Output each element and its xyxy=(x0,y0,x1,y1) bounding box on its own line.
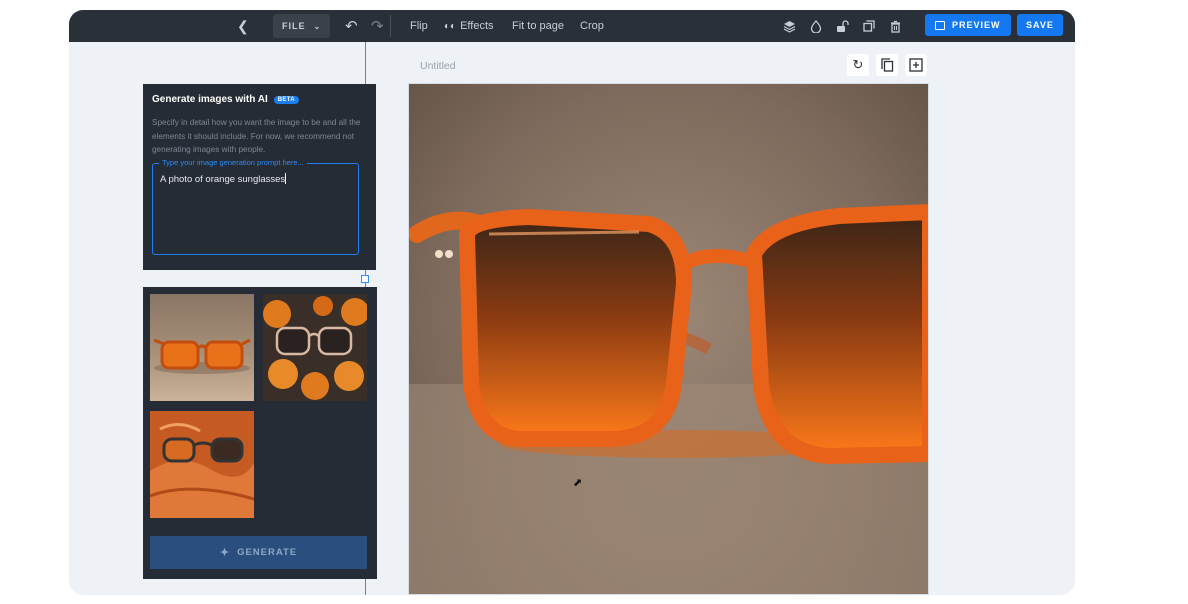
canvas-image-orange-sunglasses[interactable] xyxy=(408,83,929,595)
ai-generate-panel: Generate images with AI BETA Specify in … xyxy=(143,84,376,270)
preview-button[interactable]: PREVIEW xyxy=(925,14,1011,36)
save-button[interactable]: SAVE xyxy=(1017,14,1063,36)
duplicate-icon[interactable] xyxy=(863,10,875,42)
crop-button[interactable]: Crop xyxy=(580,10,604,42)
effects-button[interactable]: ◐◐ Effects xyxy=(444,10,494,42)
beta-badge: BETA xyxy=(273,95,299,104)
effects-label: Effects xyxy=(460,20,494,32)
panel-title: Generate images with AI BETA xyxy=(152,94,299,105)
result-thumbnail-3[interactable] xyxy=(150,411,254,518)
guide-handle[interactable] xyxy=(361,275,369,283)
redo-icon[interactable]: ↷ xyxy=(371,10,384,42)
text-caret xyxy=(285,173,287,184)
copy-icon[interactable] xyxy=(876,54,898,76)
chevron-left-icon[interactable]: ❮ xyxy=(237,10,249,42)
effects-icon: ◐◐ xyxy=(444,20,457,32)
editor-window: ❮ FILE ⌄ ↶ ↷ Flip ◐◐ Effects Fit to page… xyxy=(69,10,1075,595)
undo-icon[interactable]: ↶ xyxy=(345,10,358,42)
file-menu-label: FILE xyxy=(282,21,306,31)
flip-button[interactable]: Flip xyxy=(410,10,428,42)
preview-label: PREVIEW xyxy=(952,20,1001,30)
mouse-cursor-icon: ⬈ xyxy=(573,477,583,489)
preview-icon xyxy=(935,20,945,30)
generate-label: GENERATE xyxy=(237,547,298,558)
document-title[interactable]: Untitled xyxy=(420,60,456,72)
toolbar-divider xyxy=(390,15,391,37)
prompt-textarea[interactable]: Type your image generation prompt here..… xyxy=(152,158,359,255)
fit-to-page-button[interactable]: Fit to page xyxy=(512,10,564,42)
sparkles-icon: ✦ xyxy=(219,547,231,559)
add-page-icon[interactable] xyxy=(905,54,927,76)
panel-title-text: Generate images with AI xyxy=(152,94,268,105)
prompt-text: A photo of orange sunglasses xyxy=(160,174,286,185)
layers-icon[interactable] xyxy=(783,10,796,42)
chevron-down-icon: ⌄ xyxy=(313,21,322,31)
generated-results-panel: ✦ GENERATE xyxy=(143,287,377,579)
trash-icon[interactable] xyxy=(890,10,901,42)
prompt-placeholder-label: Type your image generation prompt here..… xyxy=(159,158,307,167)
result-thumbnail-2[interactable] xyxy=(263,294,367,401)
top-toolbar: ❮ FILE ⌄ ↶ ↷ Flip ◐◐ Effects Fit to page… xyxy=(69,10,1075,42)
reset-icon[interactable]: ↻ xyxy=(847,54,869,76)
result-thumbnail-1[interactable] xyxy=(150,294,254,401)
prompt-value: A photo of orange sunglasses xyxy=(160,173,287,185)
panel-description: Specify in detail how you want the image… xyxy=(152,118,361,154)
unlock-icon[interactable] xyxy=(836,10,849,42)
fill-drop-icon[interactable] xyxy=(810,10,822,42)
file-menu-button[interactable]: FILE ⌄ xyxy=(273,14,331,38)
generate-button[interactable]: ✦ GENERATE xyxy=(150,536,367,569)
